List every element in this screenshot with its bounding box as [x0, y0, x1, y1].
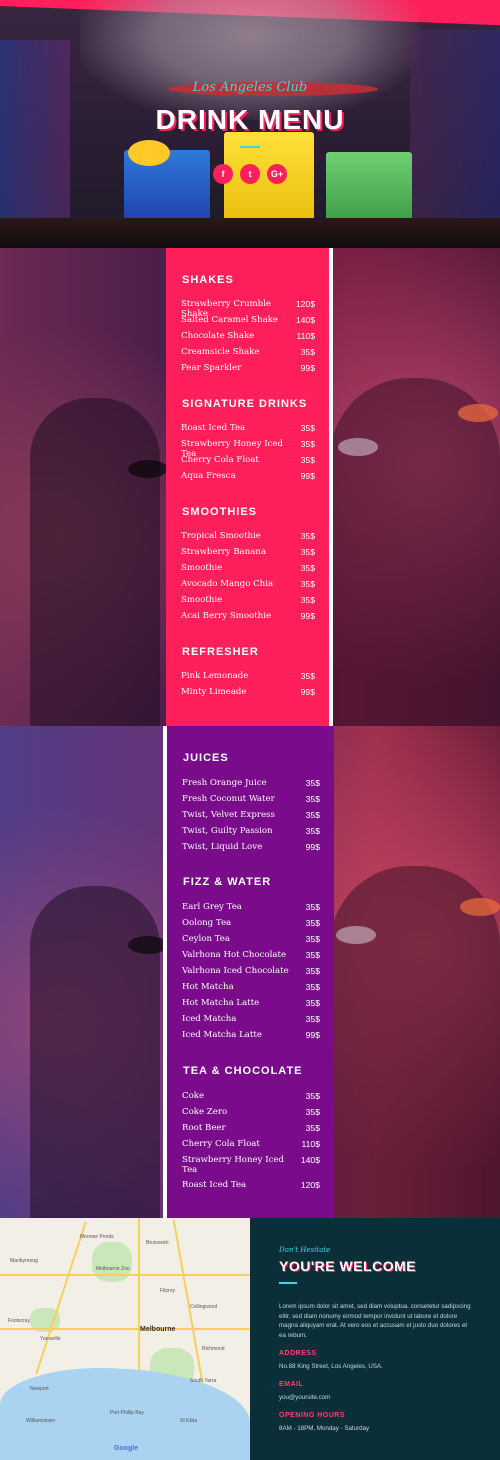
map-label: Brunswick: [146, 1240, 169, 1246]
menu-item: Roast Iced Tea 120$: [182, 1180, 320, 1190]
map-label: Moonee Ponds: [80, 1234, 114, 1240]
map-label: Fitzroy: [160, 1288, 175, 1294]
map-label: Richmond: [202, 1346, 225, 1352]
map-park: [92, 1242, 132, 1282]
menu-panel-purple: JUICES Fresh Orange Juice 35$ Fresh Cocon…: [163, 726, 334, 1218]
menu-item: Acai Berry Smoothie 99$: [181, 611, 315, 621]
contact-section: Don't Hesitate YOU'RE WELCOME Lorem ipsu…: [250, 1218, 500, 1460]
white-mask-right: [336, 926, 376, 944]
menu-item: Twist, Guilty Passion 35$: [182, 826, 320, 836]
menu-item: Smoothie 35$: [181, 563, 315, 573]
masked-women-right-image: [330, 866, 500, 1218]
map-label: Williamstown: [26, 1418, 56, 1424]
menu-item: Strawberry Honey Iced Tea 140$: [182, 1155, 320, 1175]
email-label: EMAIL: [279, 1381, 304, 1388]
map-label: Port Phillip Bay: [110, 1410, 144, 1416]
map-label: St Kilda: [180, 1418, 198, 1424]
category-title: SHAKES: [182, 274, 234, 286]
menu-item: Aqua Fresca 99$: [181, 471, 315, 481]
contact-kicker: Don't Hesitate: [279, 1246, 331, 1254]
hero-subtitle: Los Angeles Club: [192, 80, 308, 95]
menu-item: Tropical Smoothie 35$: [181, 531, 315, 541]
orange-mask-right: [460, 898, 500, 916]
masked-woman-left-image: [30, 398, 160, 726]
menu-item: Avocado Mango Chia 35$: [181, 579, 315, 589]
twitter-icon[interactable]: t: [240, 164, 260, 184]
contact-description: Lorem ipsum dolor sit amet, sed diam vol…: [279, 1303, 471, 1339]
menu-item: Chocolate Shake 110$: [181, 331, 315, 341]
contact-divider: [279, 1282, 297, 1284]
menu-panel-pink: SHAKES Strawberry Crumble Shake 120$ Salt…: [166, 248, 333, 726]
map-label: Melbourne Zoo: [96, 1266, 130, 1272]
map-label: Collingwood: [190, 1304, 218, 1310]
menu-item: Fresh Coconut Water 35$: [182, 794, 320, 804]
hero-banner: Los Angeles Club DRINK MENU f t G+: [0, 0, 500, 248]
masked-women-right-image: [330, 378, 500, 726]
menu-item: Cherry Cola Float 110$: [182, 1139, 320, 1149]
lace-mask-left: [128, 460, 168, 478]
menu-item: Creamsicle Shake 35$: [181, 347, 315, 357]
menu-item: Smoothie 35$: [181, 595, 315, 605]
category-title: SIGNATURE DRINKS: [182, 398, 308, 410]
white-mask-right: [338, 438, 378, 456]
menu-item: Valrhona Hot Chocolate 35$: [182, 950, 320, 960]
map-label: Yarraville: [40, 1336, 61, 1342]
map-label: Newport: [30, 1386, 49, 1392]
google-logo: Google: [114, 1445, 139, 1452]
map-label: Maribyrnong: [10, 1258, 38, 1264]
menu-item: Twist, Velvet Express 35$: [182, 810, 320, 820]
opening-hours-label: OPENING HOURS: [279, 1412, 346, 1419]
title-divider: [240, 146, 260, 148]
category-title: JUICES: [183, 752, 229, 764]
category-title: TEA & CHOCOLATE: [183, 1065, 303, 1077]
location-map[interactable]: Moonee Ponds Brunswick Maribyrnong Melbo…: [0, 1218, 250, 1460]
menu-item: Coke Zero 35$: [182, 1107, 320, 1117]
menu-item: Hot Matcha Latte 35$: [182, 998, 320, 1008]
menu-item: Roast Iced Tea 35$: [181, 423, 315, 433]
menu-item: Iced Matcha Latte 99$: [182, 1030, 320, 1040]
map-label: South Yarra: [190, 1378, 217, 1384]
category-title: REFRESHER: [182, 646, 259, 658]
address-value: No.88 King Street, Los Angeles, USA.: [279, 1363, 383, 1370]
menu-item: Minty Limeade 99$: [181, 687, 315, 697]
menu-item: Earl Grey Tea 35$: [182, 902, 320, 912]
menu-item: Iced Matcha 35$: [182, 1014, 320, 1024]
menu-item: Strawberry Banana 35$: [181, 547, 315, 557]
email-link[interactable]: you@yoursite.com: [279, 1394, 330, 1401]
menu-item: Hot Matcha 35$: [182, 982, 320, 992]
menu-item: Pink Lemonade 35$: [181, 671, 315, 681]
map-road: [0, 1274, 250, 1276]
map-label: Footscray: [8, 1318, 30, 1324]
map-label: Melbourne: [140, 1326, 176, 1333]
menu-item: Cherry Cola Float 35$: [181, 455, 315, 465]
map-road: [35, 1221, 87, 1375]
menu-item: Oolong Tea 35$: [182, 918, 320, 928]
google-plus-icon[interactable]: G+: [267, 164, 287, 184]
lace-mask-left: [128, 936, 168, 954]
menu-item: Pear Sparkler 99$: [181, 363, 315, 373]
facebook-icon[interactable]: f: [213, 164, 233, 184]
menu-item: Fresh Orange Juice 35$: [182, 778, 320, 788]
category-title: SMOOTHIES: [182, 506, 258, 518]
menu-item: Root Beer 35$: [182, 1123, 320, 1133]
menu-item: Ceylon Tea 35$: [182, 934, 320, 944]
address-label: ADDRESS: [279, 1350, 317, 1357]
contact-heading: YOU'RE WELCOME: [279, 1258, 417, 1274]
orange-mask-right: [458, 404, 498, 422]
menu-item: Twist, Liquid Love 99$: [182, 842, 320, 852]
bartender-image: [80, 0, 420, 120]
category-title: FIZZ & WATER: [183, 876, 272, 888]
page-title: DRINK MENU: [155, 104, 345, 135]
menu-item: Valrhona Iced Chocolate 35$: [182, 966, 320, 976]
map-road: [0, 1328, 250, 1330]
bar-counter: [0, 218, 500, 248]
opening-hours-value: 8AM - 18PM, Monday - Saturday: [279, 1425, 370, 1432]
lemon-slice-image: [128, 140, 170, 166]
menu-item: Coke 35$: [182, 1091, 320, 1101]
menu-item: Salted Caramel Shake 140$: [181, 315, 315, 325]
